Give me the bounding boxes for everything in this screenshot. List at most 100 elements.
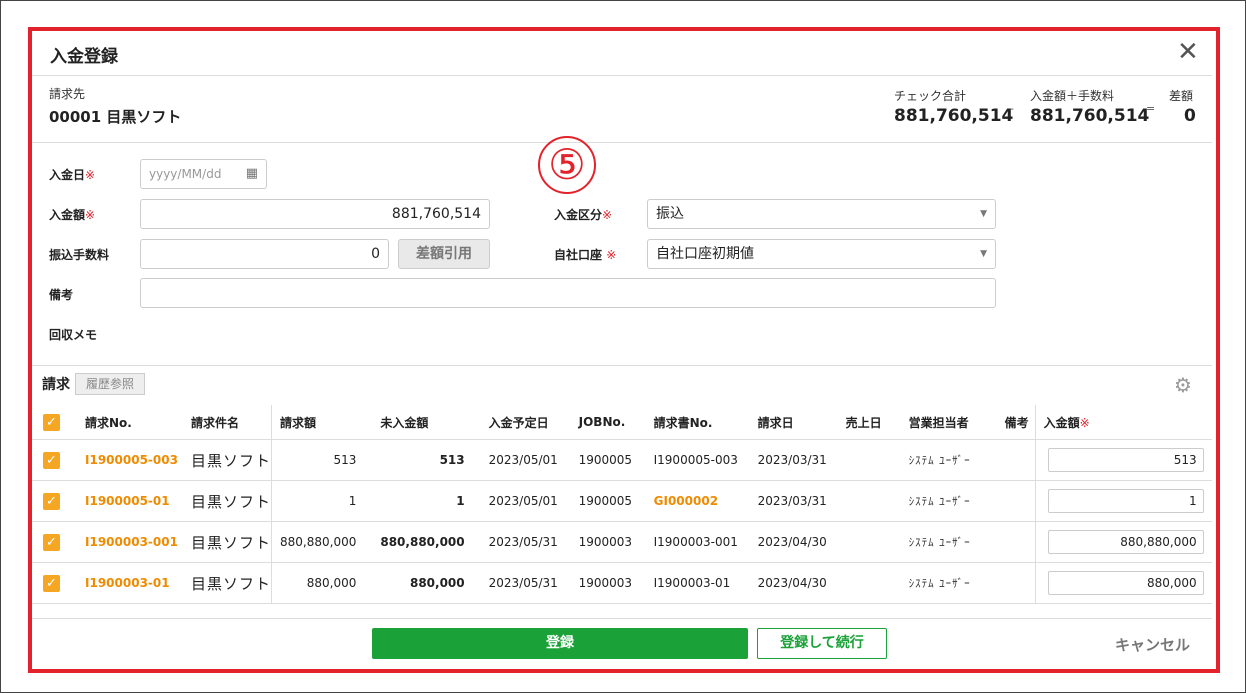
invoice-name: 目黒ソフト <box>183 562 273 604</box>
deposit-amount-input[interactable]: 881,760,514 <box>140 199 490 229</box>
col-unpaid: 未入金額 <box>372 405 481 440</box>
deposit-type-label: 入金区分※ <box>554 208 613 222</box>
customer-value: 00001 目黒ソフト <box>49 108 182 126</box>
invoice-doc-no: I1900005-003 <box>645 439 750 481</box>
date-placeholder: yyyy/MM/dd <box>149 167 222 181</box>
company-account-select[interactable]: 自社口座初期値 ▼ <box>647 239 996 269</box>
col-sales-rep: 営業担当者 <box>900 405 997 440</box>
invoice-amount: 880,880,000 <box>271 521 373 563</box>
col-invoice-name: 請求件名 <box>183 405 273 440</box>
sales-date <box>837 562 901 604</box>
invoice-date: 2023/04/30 <box>749 562 838 604</box>
deposit-amount-field[interactable]: 880,000 <box>1047 571 1204 595</box>
job-no: 1900003 <box>570 562 646 604</box>
register-continue-button[interactable]: 登録して続行 <box>757 628 887 659</box>
dialog-header: 入金登録 ✕ <box>32 31 1212 76</box>
invoice-no-link[interactable]: I1900005-01 <box>77 480 183 522</box>
invoice-doc-no[interactable]: GI000002 <box>645 480 750 522</box>
invoice-no-link[interactable]: I1900003-001 <box>77 521 183 563</box>
row-note <box>996 521 1036 563</box>
difference-label: 差額 <box>1169 89 1194 103</box>
close-icon[interactable]: ✕ <box>1177 37 1199 67</box>
invoice-section-title: 請求 <box>42 377 70 393</box>
deposit-fee-label: 入金額＋手数料 <box>1030 89 1115 103</box>
calendar-icon[interactable]: ▦ <box>246 160 258 188</box>
cancel-button[interactable]: キャンセル <box>1115 634 1190 655</box>
deposit-type-select[interactable]: 振込 ▼ <box>647 199 996 229</box>
invoice-date: 2023/03/31 <box>749 480 838 522</box>
deposit-cell: 1 <box>1035 480 1212 522</box>
deposit-cell: 513 <box>1035 439 1212 481</box>
invoice-date: 2023/03/31 <box>749 439 838 481</box>
invoice-no-link[interactable]: I1900005-003 <box>77 439 183 481</box>
transfer-fee-label: 振込手数料 <box>49 248 110 262</box>
invoice-no-link[interactable]: I1900003-01 <box>77 562 183 604</box>
col-job-no: JOBNo. <box>570 405 646 440</box>
deposit-date-field[interactable]: yyyy/MM/dd ▦ <box>140 159 267 189</box>
row-checkbox[interactable]: ✓ <box>32 521 77 563</box>
company-account-value: 自社口座初期値 <box>656 246 754 262</box>
col-invoice-amount: 請求額 <box>271 405 373 440</box>
deposit-amount-field[interactable]: 880,880,000 <box>1047 530 1204 554</box>
col-invoice-no: 請求No. <box>77 405 183 440</box>
sales-rep: ｼｽﾃﾑ ﾕｰｻﾞｰ <box>900 480 997 522</box>
deposit-amount-field[interactable]: 513 <box>1047 448 1204 472</box>
deposit-type-value: 振込 <box>656 206 684 222</box>
due-date: 2023/05/01 <box>480 480 571 522</box>
table-row: ✓ I1900003-01 目黒ソフト 880,000 880,000 2023/05/3… <box>32 562 1212 604</box>
register-button[interactable]: 登録 <box>372 628 748 659</box>
deposit-amount-field[interactable]: 1 <box>1047 489 1204 513</box>
customer-section: 請求先 00001 目黒ソフト チェック合計 881,760,514 - 入金額… <box>32 76 1212 143</box>
note-input[interactable] <box>140 278 996 308</box>
difference-value: 0 <box>1184 106 1196 126</box>
chevron-down-icon: ▼ <box>980 249 987 259</box>
unpaid-amount: 1 <box>372 480 481 522</box>
invoice-doc-no: I1900003-01 <box>645 562 750 604</box>
select-all-checkbox[interactable]: ✓ <box>32 405 77 440</box>
deposit-dialog: 入金登録 ✕ 請求先 00001 目黒ソフト チェック合計 881,760,51… <box>32 31 1216 669</box>
check-total-label: チェック合計 <box>894 89 967 103</box>
sales-rep: ｼｽﾃﾑ ﾕｰｻﾞｰ <box>900 439 997 481</box>
due-date: 2023/05/31 <box>480 562 571 604</box>
job-no: 1900003 <box>570 521 646 563</box>
invoice-table: ✓ 請求No. 請求件名 請求額 未入金額 入金予定日 JOBNo. 請求書No… <box>32 405 1212 604</box>
sales-date <box>837 439 901 481</box>
col-invoice-date: 請求日 <box>749 405 838 440</box>
equals-sign: = <box>1146 102 1156 115</box>
table-row: ✓ I1900005-01 目黒ソフト 1 1 2023/05/01 1900005 GI00… <box>32 480 1212 522</box>
deposit-cell: 880,880,000 <box>1035 521 1212 563</box>
chevron-down-icon: ▼ <box>980 209 987 219</box>
deposit-fee-value: 881,760,514 <box>1030 106 1150 126</box>
invoice-name: 目黒ソフト <box>183 480 273 522</box>
history-button[interactable]: 履歴参照 <box>75 373 145 395</box>
deposit-amount-label: 入金額※ <box>49 208 96 222</box>
deposit-cell: 880,000 <box>1035 562 1212 604</box>
unpaid-amount: 880,880,000 <box>372 521 481 563</box>
row-checkbox[interactable]: ✓ <box>32 439 77 481</box>
transfer-fee-input[interactable]: 0 <box>140 239 389 269</box>
job-no: 1900005 <box>570 480 646 522</box>
invoice-amount: 880,000 <box>271 562 373 604</box>
row-checkbox[interactable]: ✓ <box>32 480 77 522</box>
diff-quote-button[interactable]: 差額引用 <box>398 239 490 269</box>
dialog-title: 入金登録 <box>50 47 118 67</box>
col-due-date: 入金予定日 <box>480 405 571 440</box>
col-invoice-doc-no: 請求書No. <box>645 405 750 440</box>
table-header-row: ✓ 請求No. 請求件名 請求額 未入金額 入金予定日 JOBNo. 請求書No… <box>32 405 1212 440</box>
col-sales-date: 売上日 <box>837 405 901 440</box>
invoice-amount: 1 <box>271 480 373 522</box>
dialog-footer: 登録 登録して続行 キャンセル <box>32 618 1212 670</box>
row-note <box>996 439 1036 481</box>
minus-sign: - <box>1010 102 1014 115</box>
sales-rep: ｼｽﾃﾑ ﾕｰｻﾞｰ <box>900 562 997 604</box>
collection-memo-label: 回収メモ <box>49 328 98 342</box>
row-note <box>996 480 1036 522</box>
due-date: 2023/05/01 <box>480 439 571 481</box>
invoice-name: 目黒ソフト <box>183 439 273 481</box>
invoice-amount: 513 <box>271 439 373 481</box>
gear-icon[interactable]: ⚙ <box>1174 373 1192 397</box>
invoice-name: 目黒ソフト <box>183 521 273 563</box>
job-no: 1900005 <box>570 439 646 481</box>
row-checkbox[interactable]: ✓ <box>32 562 77 604</box>
unpaid-amount: 513 <box>372 439 481 481</box>
